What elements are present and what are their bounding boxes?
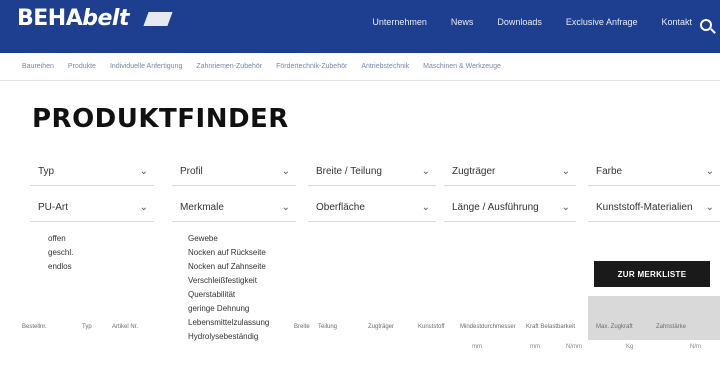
chevron-down-icon: ⌄ (421, 202, 430, 213)
filter-kunststoff-materialien[interactable]: Kunststoff-Materialien ⌄ (588, 194, 720, 222)
chevron-down-icon: ⌄ (561, 202, 570, 213)
filter-laenge-ausfuehrung[interactable]: Länge / Ausführung ⌄ (444, 194, 576, 222)
category-zahnriemen-zubehoer[interactable]: Zahnriemen-Zubehör (196, 63, 262, 70)
filter-typ[interactable]: Typ ⌄ (30, 158, 154, 186)
chevron-down-icon: ⌄ (561, 166, 570, 177)
unit-label: Kg (626, 344, 634, 350)
column-header[interactable]: Bestellnr. (22, 324, 47, 330)
chevron-down-icon: ⌄ (139, 202, 148, 213)
unit-label: mm (472, 344, 482, 350)
unit-label: mm (530, 344, 540, 350)
filter-zugtraeger[interactable]: Zugträger ⌄ (444, 158, 576, 186)
list-item[interactable]: geschl. (40, 246, 130, 260)
units-row: mm mm N/mm Kg N/m (0, 344, 720, 354)
list-item[interactable]: Verschleißfestigkeit (180, 274, 290, 288)
category-maschinen-werkzeuge[interactable]: Maschinen & Werkzeuge (423, 63, 501, 70)
nav-downloads[interactable]: Downloads (497, 17, 542, 27)
chevron-down-icon: ⌄ (281, 166, 290, 177)
filter-pu-art[interactable]: PU-Art ⌄ (30, 194, 154, 222)
column-header[interactable]: Kunststoff (418, 324, 445, 330)
nav-kontakt[interactable]: Kontakt (661, 17, 692, 27)
column-header[interactable]: Zahnstärke (656, 324, 686, 330)
chevron-down-icon: ⌄ (421, 166, 430, 177)
column-header[interactable]: Mindestdurchmesser (460, 324, 516, 330)
nav-unternehmen[interactable]: Unternehmen (372, 17, 427, 27)
top-navigation: Unternehmen News Downloads Exclusive Anf… (372, 17, 692, 27)
watchlist-button[interactable]: ZUR MERKLISTE (594, 261, 710, 287)
chevron-down-icon: ⌄ (281, 202, 290, 213)
search-icon[interactable] (700, 19, 712, 31)
nav-exclusive-anfrage[interactable]: Exclusive Anfrage (566, 17, 638, 27)
filter-oberflaeche[interactable]: Oberfläche ⌄ (308, 194, 436, 222)
filter-profil[interactable]: Profil ⌄ (172, 158, 296, 186)
unit-label: N/m (690, 344, 701, 350)
list-item[interactable]: endlos (40, 260, 130, 274)
behabelt-logo[interactable]: BEHAbelt (17, 6, 129, 32)
chevron-down-icon: ⌄ (705, 202, 714, 213)
logo-belt-graphic (143, 12, 173, 26)
column-header[interactable]: Typ (82, 324, 92, 330)
category-foerdertechnik-zubehoer[interactable]: Fördertechnik-Zubehör (276, 63, 347, 70)
column-header[interactable]: Max. Zugkraft (596, 324, 633, 330)
column-header[interactable]: Kraft Belastbarkeit (526, 324, 575, 330)
column-header[interactable]: Zugträger (368, 324, 394, 330)
filter-breite-teilung[interactable]: Breite / Teilung ⌄ (308, 158, 436, 186)
filter-farbe[interactable]: Farbe ⌄ (588, 158, 720, 186)
list-item[interactable]: Gewebe (180, 232, 290, 246)
top-header: BEHAbelt Unternehmen News Downloads Excl… (0, 0, 720, 53)
list-item[interactable]: offen (40, 232, 130, 246)
page-title: PRODUKTFINDER (32, 104, 289, 134)
category-antriebstechnik[interactable]: Antriebstechnik (361, 63, 409, 70)
options-list-typ: offen geschl. endlos (40, 232, 130, 274)
filter-merkmale[interactable]: Merkmale ⌄ (172, 194, 296, 222)
list-item[interactable]: Nocken auf Rückseite (180, 246, 290, 260)
list-item[interactable]: Querstabilität (180, 288, 290, 302)
category-individuelle-anfertigung[interactable]: Individuelle Anfertigung (110, 63, 182, 70)
table-header-row: Bestellnr. Typ Artikel Nr. Breite Teilun… (0, 320, 720, 338)
category-baureihen[interactable]: Baureihen (22, 63, 54, 70)
list-item[interactable]: geringe Dehnung (180, 302, 290, 316)
category-navigation: Baureihen Produkte Individuelle Anfertig… (0, 53, 720, 81)
chevron-down-icon: ⌄ (139, 166, 148, 177)
column-header[interactable]: Breite (294, 324, 310, 330)
column-header[interactable]: Teilung (318, 324, 337, 330)
nav-news[interactable]: News (451, 17, 474, 27)
column-header[interactable]: Artikel Nr. (112, 324, 138, 330)
table-row[interactable] (0, 360, 720, 374)
category-produkte[interactable]: Produkte (68, 63, 96, 70)
unit-label: N/mm (566, 344, 582, 350)
list-item[interactable]: Nocken auf Zahnseite (180, 260, 290, 274)
chevron-down-icon: ⌄ (705, 166, 714, 177)
